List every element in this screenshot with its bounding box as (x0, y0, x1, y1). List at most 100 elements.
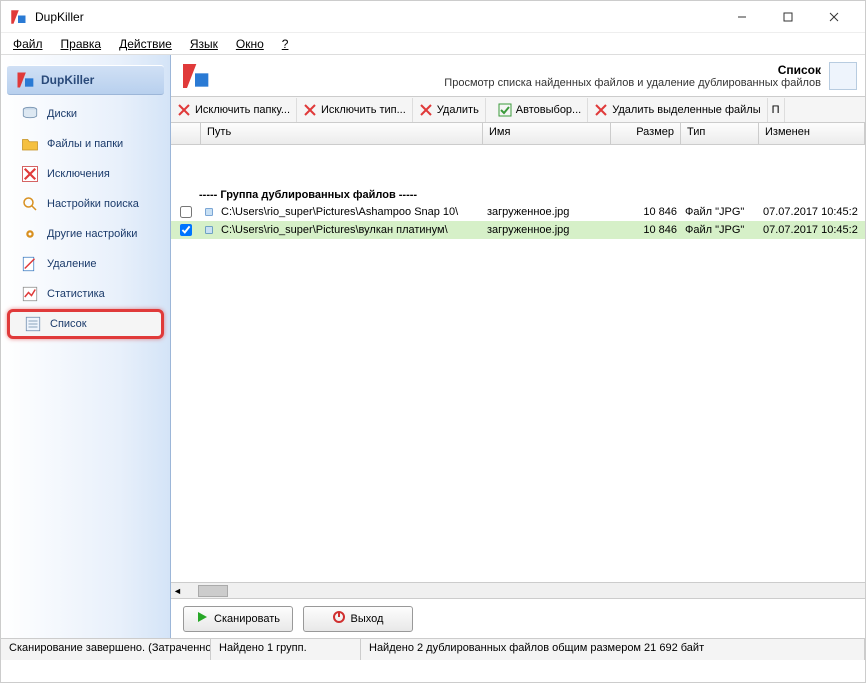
sidebar-item-list[interactable]: Список (7, 309, 164, 339)
sidebar-item-label: Удаление (47, 258, 97, 270)
scan-button[interactable]: Сканировать (183, 606, 293, 632)
main: DupKiller Диски Файлы и папки Исключения… (1, 55, 865, 638)
sidebar-item-label: Настройки поиска (47, 198, 139, 210)
close-button[interactable] (811, 2, 857, 32)
row-checkbox[interactable] (180, 206, 192, 218)
menu-lang[interactable]: Язык (190, 37, 218, 51)
exclude-type-button[interactable]: Исключить тип... (297, 98, 413, 122)
power-icon (333, 611, 345, 626)
col-name[interactable]: Имя (483, 123, 611, 144)
tool-label: Удалить (437, 104, 479, 116)
exit-button[interactable]: Выход (303, 606, 413, 632)
menu-edit[interactable]: Правка (61, 37, 102, 51)
sidebar-item-label: Диски (47, 108, 77, 120)
status-mid: Найдено 1 групп. (211, 639, 361, 660)
menu-file[interactable]: Файл (13, 37, 43, 51)
status-right: Найдено 2 дублированных файлов общим раз… (361, 639, 865, 660)
cell-path: C:\Users\rio_super\Pictures\вулкан плати… (217, 224, 483, 236)
col-check[interactable] (171, 123, 201, 144)
exclude-folder-button[interactable]: Исключить папку... (171, 98, 297, 122)
cell-date: 07.07.2017 10:45:2 (759, 206, 865, 218)
table-row[interactable]: C:\Users\rio_super\Pictures\Ashampoo Sna… (171, 203, 865, 221)
window-title: DupKiller (35, 10, 719, 24)
sidebar-item-stats[interactable]: Статистика (7, 279, 164, 309)
delete-icon (21, 255, 39, 273)
scan-label: Сканировать (214, 613, 280, 625)
x-delete-icon (419, 103, 433, 117)
exit-label: Выход (351, 613, 384, 625)
menu-action[interactable]: Действие (119, 37, 172, 51)
logo-icon (15, 70, 35, 90)
table-header: Путь Имя Размер Тип Изменен (171, 123, 865, 145)
page-header: Список Просмотр списка найденных файлов … (171, 55, 865, 97)
content: Список Просмотр списка найденных файлов … (171, 55, 865, 638)
chart-icon (21, 285, 39, 303)
x-icon (21, 165, 39, 183)
sidebar-item-other-settings[interactable]: Другие настройки (7, 219, 164, 249)
folder-icon (21, 135, 39, 153)
menu-window[interactable]: Окно (236, 37, 264, 51)
cell-size: 10 846 (611, 206, 681, 218)
list-page-icon (829, 62, 857, 90)
horizontal-scrollbar[interactable]: ◄ (171, 582, 865, 598)
x-folder-icon (177, 103, 191, 117)
app-icon (9, 8, 27, 26)
col-path[interactable]: Путь (201, 123, 483, 144)
sidebar-header-label: DupKiller (41, 73, 94, 87)
sidebar-item-label: Список (50, 318, 87, 330)
statusbar: Сканирование завершено. (Затраченное вре… (1, 638, 865, 660)
toolbar-overflow[interactable]: П (768, 98, 785, 122)
sidebar-item-label: Файлы и папки (47, 138, 123, 150)
col-modified[interactable]: Изменен (759, 123, 865, 144)
file-icon (201, 224, 217, 236)
cell-date: 07.07.2017 10:45:2 (759, 224, 865, 236)
disk-icon (21, 105, 39, 123)
sidebar-item-label: Другие настройки (47, 228, 137, 240)
toolbar: Исключить папку... Исключить тип... Удал… (171, 97, 865, 123)
list-icon (24, 315, 42, 333)
sidebar-item-search-settings[interactable]: Настройки поиска (7, 189, 164, 219)
tool-label: Удалить выделенные файлы (612, 104, 760, 116)
table-body: ----- Группа дублированных файлов ----- … (171, 145, 865, 582)
maximize-button[interactable] (765, 2, 811, 32)
window-controls (719, 2, 857, 32)
sidebar-item-delete[interactable]: Удаление (7, 249, 164, 279)
tool-label: Исключить тип... (321, 104, 406, 116)
page-logo-icon (179, 60, 211, 92)
autoselect-button[interactable]: Автовыбор... (492, 98, 588, 122)
file-icon (201, 206, 217, 218)
gear-icon (21, 225, 39, 243)
col-size[interactable]: Размер (611, 123, 681, 144)
autoselect-icon (498, 103, 512, 117)
status-left: Сканирование завершено. (Затраченное вре (1, 639, 211, 660)
group-header: ----- Группа дублированных файлов ----- (171, 185, 865, 203)
delete-button[interactable]: Удалить (413, 98, 486, 122)
col-type[interactable]: Тип (681, 123, 759, 144)
sidebar-item-exclusions[interactable]: Исключения (7, 159, 164, 189)
titlebar: DupKiller (1, 1, 865, 33)
sidebar-item-files[interactable]: Файлы и папки (7, 129, 164, 159)
sidebar: DupKiller Диски Файлы и папки Исключения… (1, 55, 171, 638)
cell-type: Файл "JPG" (681, 206, 759, 218)
sidebar-header: DupKiller (7, 65, 164, 95)
menubar: Файл Правка Действие Язык Окно ? (1, 33, 865, 55)
cell-name: загруженное.jpg (483, 224, 611, 236)
menu-help[interactable]: ? (282, 37, 289, 51)
cell-path: C:\Users\rio_super\Pictures\Ashampoo Sna… (217, 206, 483, 218)
sidebar-item-label: Исключения (47, 168, 110, 180)
tool-label: Исключить папку... (195, 104, 290, 116)
page-subtitle: Просмотр списка найденных файлов и удале… (221, 77, 821, 89)
x-type-icon (303, 103, 317, 117)
delete-selected-icon (594, 103, 608, 117)
magnifier-gear-icon (21, 195, 39, 213)
cell-type: Файл "JPG" (681, 224, 759, 236)
row-checkbox[interactable] (180, 224, 192, 236)
sidebar-item-disks[interactable]: Диски (7, 99, 164, 129)
play-icon (196, 611, 208, 626)
cell-name: загруженное.jpg (483, 206, 611, 218)
delete-selected-button[interactable]: Удалить выделенные файлы (588, 98, 767, 122)
minimize-button[interactable] (719, 2, 765, 32)
page-title: Список (221, 63, 821, 77)
table-row[interactable]: C:\Users\rio_super\Pictures\вулкан плати… (171, 221, 865, 239)
cell-size: 10 846 (611, 224, 681, 236)
